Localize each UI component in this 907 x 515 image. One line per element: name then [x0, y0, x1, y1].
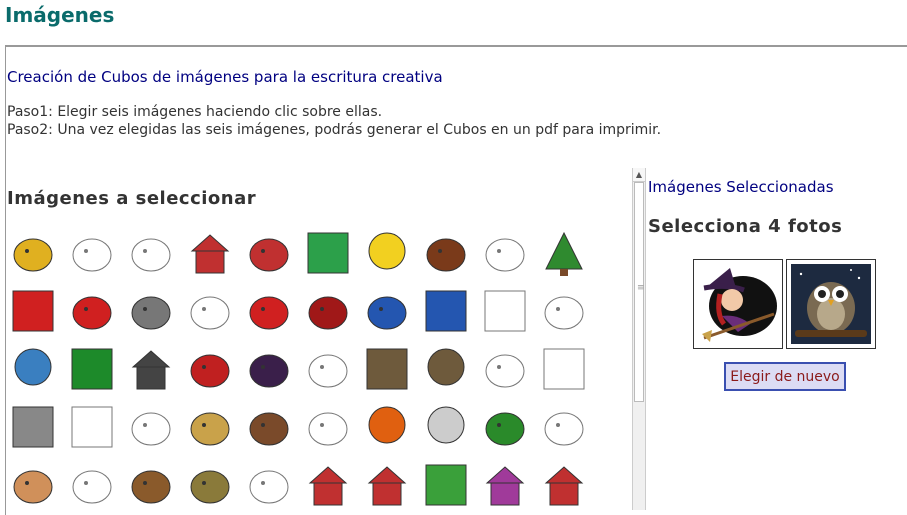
bee-outline-icon[interactable] [66, 227, 118, 279]
firefighter-icon[interactable] [184, 343, 236, 395]
spider-outline-icon[interactable] [479, 227, 531, 279]
witch-color-icon[interactable] [243, 343, 295, 395]
page-title: Imágenes [5, 3, 115, 27]
building-icon[interactable] [125, 343, 177, 395]
jack-o-lantern-icon[interactable] [361, 401, 413, 453]
knight-outline-icon[interactable] [66, 401, 118, 453]
selected-slot-2 [786, 259, 876, 349]
red-airplane-icon[interactable] [243, 285, 295, 337]
knight-color-icon[interactable] [7, 401, 59, 453]
camel-color-icon[interactable] [7, 459, 59, 511]
dragon-outline-icon[interactable] [125, 401, 177, 453]
heron-outline-icon[interactable] [184, 285, 236, 337]
blue-whale-icon[interactable] [361, 285, 413, 337]
haunted-house-icon[interactable] [184, 227, 236, 279]
africa-map-icon[interactable] [302, 227, 354, 279]
chameleon-green-icon[interactable] [479, 401, 531, 453]
red-guitar-icon[interactable] [302, 285, 354, 337]
whale-square-icon[interactable] [420, 285, 472, 337]
scroll-up-arrow-icon[interactable]: ▲ [633, 168, 645, 182]
light-bulb-icon[interactable] [361, 227, 413, 279]
globe-figure-icon[interactable] [7, 343, 59, 395]
red-car-icon[interactable] [66, 285, 118, 337]
pirate-boat-icon[interactable] [243, 227, 295, 279]
selected-count-label: Selecciona 4 fotos [648, 216, 843, 237]
camel-outline-icon[interactable] [66, 459, 118, 511]
owl-night-icon[interactable] [361, 343, 413, 395]
snail-outline-icon[interactable] [243, 459, 295, 511]
snail-color-icon[interactable] [184, 459, 236, 511]
green-landscape-icon[interactable] [420, 459, 472, 511]
step-2: Paso2: Una vez elegidas las seis imágene… [7, 122, 662, 138]
scroll-grip-icon: ≡ [637, 283, 645, 293]
dragon-gold-icon[interactable] [184, 401, 236, 453]
owl-on-branch-icon [791, 264, 871, 344]
blue-house-icon[interactable] [538, 459, 590, 511]
grid-scrollbar[interactable]: ▲ ≡ [632, 168, 646, 510]
red-house-icon[interactable] [302, 459, 354, 511]
whale-outline-square-icon[interactable] [479, 285, 531, 337]
chameleon-outline-icon[interactable] [538, 401, 590, 453]
grid-heading: Imágenes a seleccionar [7, 188, 257, 209]
whale-outline-icon[interactable] [538, 285, 590, 337]
candy-cane-gift-icon[interactable] [66, 343, 118, 395]
christmas-tree-icon[interactable] [538, 227, 590, 279]
horse-brown-icon[interactable] [243, 401, 295, 453]
reset-selection-button[interactable]: Elegir de nuevo [724, 362, 846, 391]
playing-cards-icon[interactable] [7, 285, 59, 337]
instructions: Paso1: Elegir seis imágenes haciendo cli… [7, 103, 661, 139]
scroll-thumb[interactable]: ≡ [634, 182, 645, 402]
owl-night-round-icon[interactable] [420, 343, 472, 395]
bee-color-icon[interactable] [7, 227, 59, 279]
heron-color-icon[interactable] [125, 285, 177, 337]
owl-outline-square-icon[interactable] [538, 343, 590, 395]
selected-title: Imágenes Seleccionadas [648, 178, 834, 196]
pirate-ship-icon[interactable] [125, 459, 177, 511]
step-1: Paso1: Elegir seis imágenes haciendo cli… [7, 104, 383, 120]
skull-ghost-icon[interactable] [420, 401, 472, 453]
bee-sketch-icon[interactable] [125, 227, 177, 279]
horse-outline-icon[interactable] [302, 401, 354, 453]
witch-outline-icon[interactable] [302, 343, 354, 395]
castle-colorful-icon[interactable] [479, 459, 531, 511]
page-subtitle: Creación de Cubos de imágenes para la es… [7, 68, 443, 86]
witch-on-broom-icon [702, 268, 777, 342]
spider-color-icon[interactable] [420, 227, 472, 279]
selected-slot-1 [693, 259, 783, 349]
owl-outline-icon[interactable] [479, 343, 531, 395]
brown-house-icon[interactable] [361, 459, 413, 511]
